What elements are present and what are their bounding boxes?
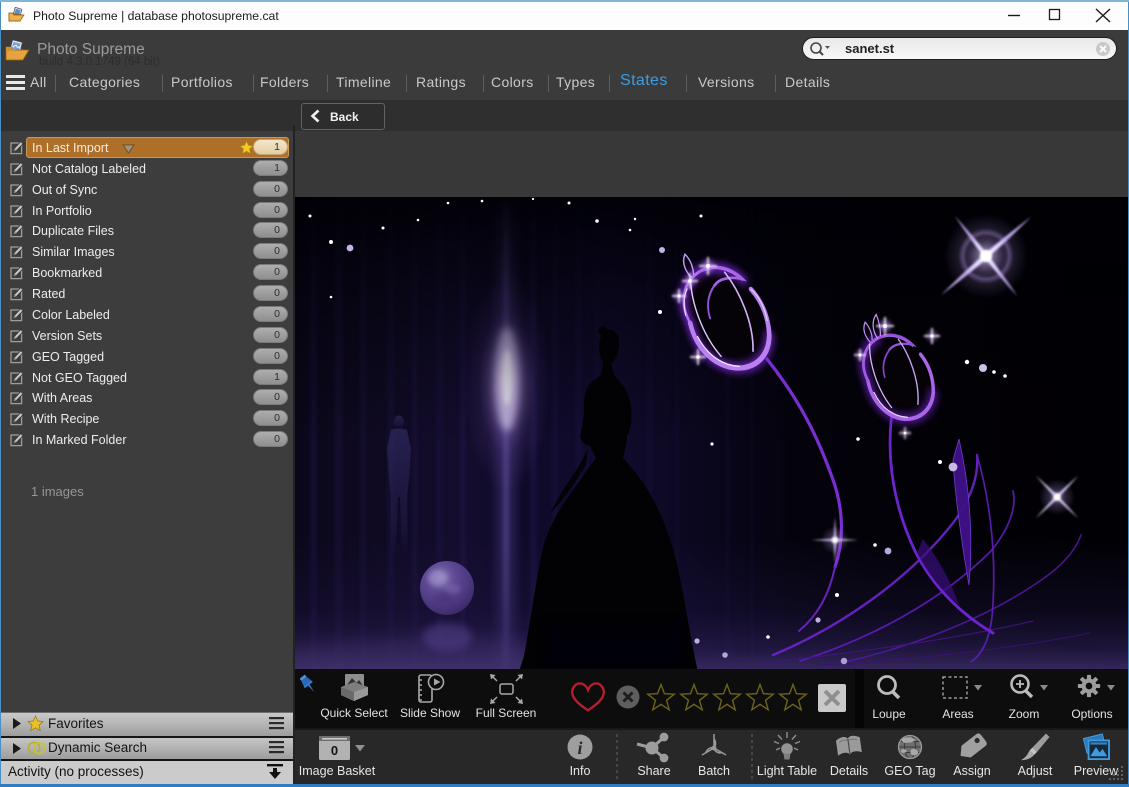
svg-text:i: i: [577, 738, 582, 758]
svg-text:Areas: Areas: [942, 707, 973, 721]
svg-text:Zoom: Zoom: [1009, 707, 1040, 721]
svg-text:Slide Show: Slide Show: [400, 706, 460, 720]
svg-text:GEO Tag: GEO Tag: [884, 764, 935, 778]
svg-text:Options: Options: [1071, 707, 1112, 721]
svg-text:Assign: Assign: [953, 764, 991, 778]
svg-text:Details: Details: [830, 764, 868, 778]
svg-text:0: 0: [331, 743, 338, 758]
svg-text:Adjust: Adjust: [1018, 764, 1053, 778]
svg-text:Quick Select: Quick Select: [320, 706, 388, 720]
svg-text:Image Basket: Image Basket: [299, 764, 376, 778]
svg-text:Loupe: Loupe: [872, 707, 906, 721]
svg-text:Info: Info: [570, 764, 591, 778]
svg-text:Light Table: Light Table: [757, 764, 817, 778]
svg-text:Preview: Preview: [1074, 764, 1119, 778]
svg-text:Full Screen: Full Screen: [476, 706, 537, 720]
svg-text:Batch: Batch: [698, 764, 730, 778]
svg-text:Share: Share: [637, 764, 670, 778]
